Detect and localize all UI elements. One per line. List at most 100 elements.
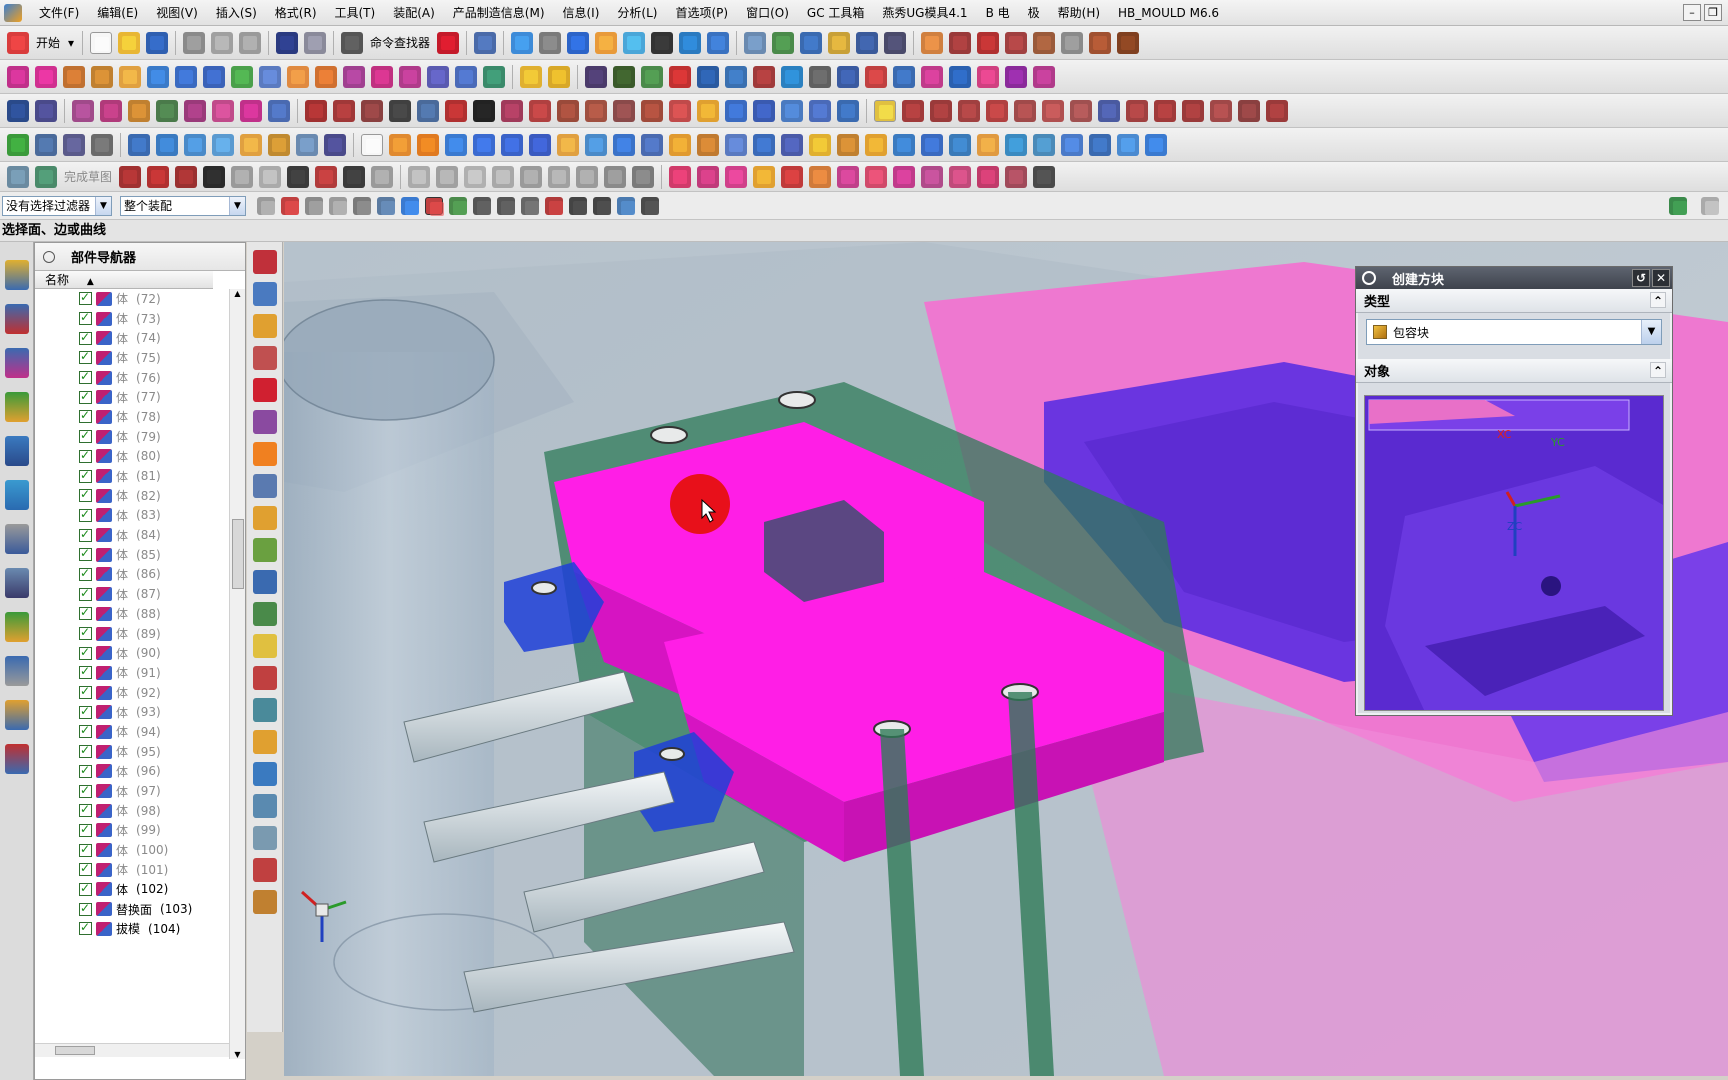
boolean-icon[interactable]	[296, 133, 318, 156]
layer-visibility-icon[interactable]	[252, 890, 277, 914]
quick-extend-icon[interactable]	[1210, 99, 1232, 122]
cylinder-icon[interactable]	[156, 133, 178, 156]
menu-item[interactable]: 极	[1019, 0, 1049, 26]
hole-icon[interactable]	[240, 133, 262, 156]
runner-icon[interactable]	[921, 65, 943, 88]
pen-icon[interactable]	[35, 99, 57, 122]
table-icon[interactable]	[63, 133, 85, 156]
menu-item[interactable]: 视图(V)	[147, 0, 207, 26]
arc-icon[interactable]	[333, 99, 355, 122]
scroll-up-icon[interactable]: ▲	[230, 289, 245, 298]
menu-item[interactable]: 编辑(E)	[88, 0, 147, 26]
visibility-checkbox[interactable]	[79, 310, 92, 326]
sketch-dimension-icon[interactable]	[520, 165, 543, 188]
wcs-display-icon[interactable]	[252, 858, 277, 882]
block-icon[interactable]	[128, 133, 150, 156]
mold-base-icon[interactable]	[753, 65, 775, 88]
sketch-constraint-icon[interactable]	[548, 165, 571, 188]
sketch-extend-icon[interactable]	[436, 165, 459, 188]
menu-item[interactable]: 插入(S)	[207, 0, 266, 26]
filter-reset-icon[interactable]	[257, 196, 275, 215]
extend-icon[interactable]	[1005, 31, 1028, 54]
feature-tree-row[interactable]: 体 (94)	[35, 722, 213, 742]
visibility-checkbox[interactable]	[79, 645, 92, 660]
snap-control-icon[interactable]	[473, 196, 491, 215]
menu-item[interactable]: B 电	[977, 0, 1019, 26]
sketch-chamfer-icon[interactable]	[259, 165, 282, 188]
trimmed-sheet-icon[interactable]	[259, 65, 281, 88]
scroll-thumb[interactable]	[232, 519, 244, 589]
mesh-surface-icon[interactable]	[175, 65, 197, 88]
undo-icon[interactable]	[276, 31, 299, 54]
horizontal-scrollbar[interactable]	[35, 1043, 229, 1057]
part-view-icon[interactable]	[437, 31, 460, 54]
mold-insert-icon[interactable]	[697, 165, 720, 188]
menu-item[interactable]: 窗口(O)	[737, 0, 798, 26]
section-curve-icon[interactable]	[697, 99, 719, 122]
mold-ejector-icon[interactable]	[865, 165, 888, 188]
isoparametric-icon[interactable]	[641, 99, 663, 122]
mold-view-icon[interactable]	[977, 165, 1000, 188]
block-type-select[interactable]: 包容块 ▼	[1366, 319, 1662, 345]
blend-curve-icon[interactable]	[781, 99, 803, 122]
extrude-icon[interactable]	[63, 65, 85, 88]
combined-curve-icon[interactable]	[585, 99, 607, 122]
visibility-checkbox[interactable]	[79, 507, 92, 522]
menu-item[interactable]: 分析(L)	[608, 0, 666, 26]
sketch-pattern-icon[interactable]	[604, 165, 627, 188]
visibility-checkbox[interactable]	[79, 861, 92, 877]
visibility-checkbox[interactable]	[79, 743, 92, 759]
visibility-checkbox[interactable]	[79, 408, 92, 424]
visibility-checkbox[interactable]	[79, 723, 92, 739]
patch-body-icon[interactable]	[977, 133, 999, 156]
spline-icon[interactable]	[501, 99, 523, 122]
type-group-header[interactable]: 类型 ⌃	[1356, 289, 1672, 313]
trim-body-tool-icon[interactable]	[753, 133, 775, 156]
sphere-icon[interactable]	[212, 133, 234, 156]
mold-tools-icon[interactable]	[697, 65, 719, 88]
silhouette-icon[interactable]	[669, 99, 691, 122]
selection-icon[interactable]	[474, 31, 497, 54]
sew-icon[interactable]	[287, 65, 309, 88]
workpiece-icon[interactable]	[641, 65, 663, 88]
mold-lifter-icon[interactable]	[753, 165, 776, 188]
groove-icon[interactable]	[473, 133, 495, 156]
snap-icon[interactable]	[856, 31, 879, 54]
profile-icon[interactable]	[119, 165, 142, 188]
split-body-icon[interactable]	[343, 65, 365, 88]
visibility-checkbox[interactable]	[79, 448, 92, 463]
command-finder-icon[interactable]	[341, 31, 364, 54]
visibility-checkbox[interactable]	[79, 684, 92, 700]
snap-on-surface-icon[interactable]	[617, 196, 635, 215]
feature-tree-row[interactable]: 体 (74)	[35, 328, 213, 348]
visibility-checkbox[interactable]	[79, 468, 92, 483]
mold-analysis-icon[interactable]	[1005, 165, 1028, 188]
n-sided-surface-icon[interactable]	[203, 65, 225, 88]
divide-curve-icon[interactable]	[1117, 31, 1140, 54]
sweep-icon[interactable]	[119, 65, 141, 88]
menu-item[interactable]: HB_MOULD M6.6	[1109, 0, 1228, 26]
sketch-polygon-icon[interactable]	[371, 165, 394, 188]
rectangle-icon[interactable]	[389, 99, 411, 122]
mold-pocket-icon[interactable]	[837, 165, 860, 188]
visibility-checkbox[interactable]	[79, 487, 92, 503]
restore-icon[interactable]: ❐	[1704, 4, 1722, 21]
mold-gate-icon[interactable]	[781, 165, 804, 188]
cone-feature-icon[interactable]	[1145, 133, 1167, 156]
minimize-icon[interactable]: –	[1683, 4, 1701, 21]
new-file-icon[interactable]	[90, 31, 113, 54]
rib-icon[interactable]	[501, 133, 523, 156]
intersect-icon[interactable]	[977, 31, 1000, 54]
feature-tree-row[interactable]: 体 (82)	[35, 486, 213, 506]
slot-icon[interactable]	[445, 133, 467, 156]
mirror-feature-icon[interactable]	[725, 133, 747, 156]
sketch-icon[interactable]	[7, 165, 29, 188]
assembly-navigator-tab-icon[interactable]	[4, 260, 29, 290]
check-icon[interactable]	[7, 133, 29, 156]
copy-icon[interactable]	[211, 31, 234, 54]
feature-tree-row[interactable]: 体 (98)	[35, 801, 213, 821]
rectangle-select-icon[interactable]	[353, 196, 371, 215]
snap-pole-icon[interactable]	[641, 196, 659, 215]
feature-tree-row[interactable]: 体 (91)	[35, 663, 213, 683]
sketch-fillet-icon[interactable]	[231, 165, 254, 188]
